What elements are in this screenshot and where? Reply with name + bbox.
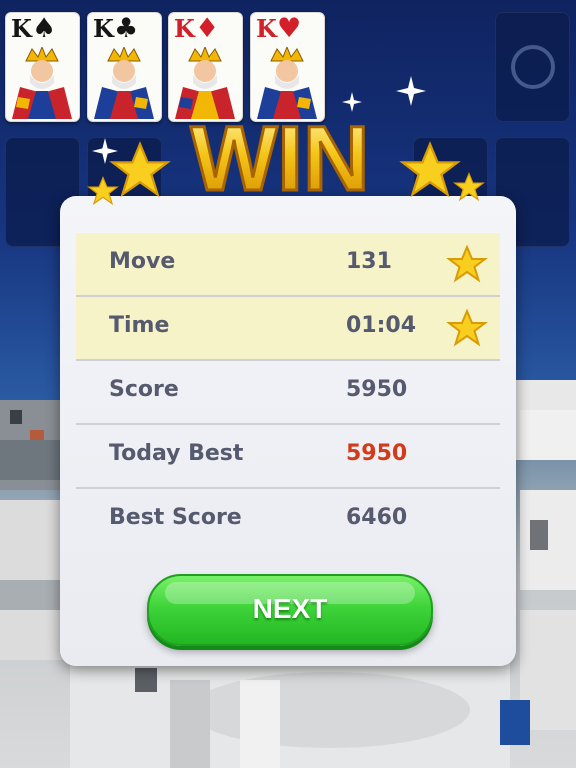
win-title-text: WIN <box>191 108 370 204</box>
next-button-label: NEXT <box>252 593 328 624</box>
next-button[interactable]: NEXT <box>147 574 433 646</box>
sparkle-icon <box>396 76 426 106</box>
win-dialog: Move 131 Time 01:04 Score 5950 Today Bes… <box>60 196 516 666</box>
stat-label: Move <box>109 249 176 274</box>
card-rank: K <box>93 14 114 43</box>
stat-label: Today Best <box>109 441 244 466</box>
stat-label: Score <box>109 377 179 402</box>
foundation-card-king-spades[interactable]: K ♠ <box>5 12 80 122</box>
stat-value: 5950 <box>346 377 408 402</box>
star-icon <box>453 172 485 202</box>
star-icon <box>87 176 119 206</box>
stat-row-time: Time 01:04 <box>76 297 500 361</box>
card-suit: ♣ <box>114 13 139 44</box>
card-suit: ♠ <box>32 13 57 44</box>
card-suit: ♦ <box>195 13 220 44</box>
foundation-card-king-clubs[interactable]: K ♣ <box>87 12 162 122</box>
star-icon <box>446 309 488 347</box>
stat-row-score: Score 5950 <box>76 361 500 425</box>
stat-row-best-score: Best Score 6460 <box>76 489 500 551</box>
king-portrait-icon <box>12 47 72 119</box>
star-icon <box>446 245 488 283</box>
stat-value: 5950 <box>346 441 408 466</box>
stat-row-move: Move 131 <box>76 233 500 297</box>
stat-label: Best Score <box>109 505 242 530</box>
stat-label: Time <box>109 313 170 338</box>
stock-pile[interactable] <box>495 12 570 122</box>
sparkle-icon <box>342 92 362 112</box>
card-rank: K <box>174 14 195 43</box>
stat-value: 6460 <box>346 505 408 530</box>
card-rank: K <box>256 14 277 43</box>
win-title: WIN <box>189 107 371 205</box>
stat-row-today-best: Today Best 5950 <box>76 425 500 489</box>
king-portrait-icon <box>94 47 154 119</box>
card-rank: K <box>11 14 32 43</box>
card-suit: ♥ <box>277 13 302 44</box>
sparkle-icon <box>92 138 118 164</box>
circle-refresh-icon[interactable] <box>511 45 555 89</box>
